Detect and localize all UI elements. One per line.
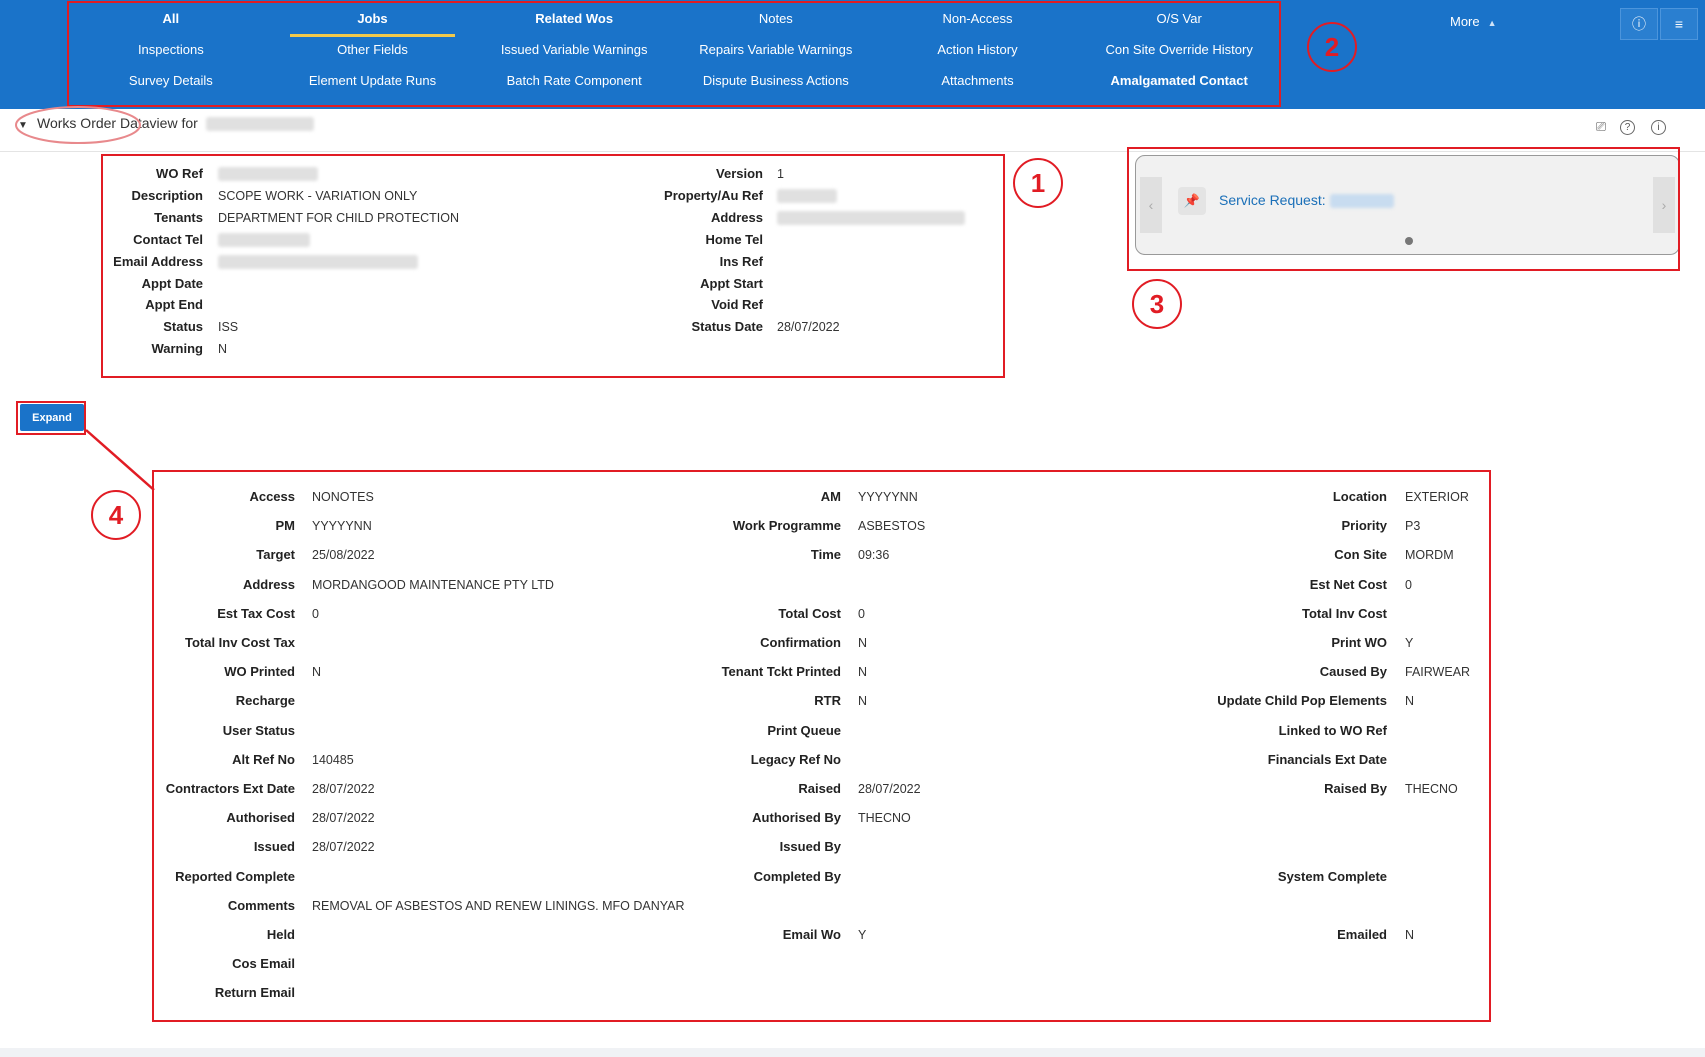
annotation-box-4 [152,470,1491,1022]
annotation-box-expand [16,401,86,435]
info-panel-icon: ⓘ [1632,16,1646,32]
annotation-ellipse [15,106,141,144]
more-menu[interactable]: More ▲ [1450,14,1497,29]
annotation-number-1: 1 [1013,158,1063,208]
annotation-number-2: 2 [1307,22,1357,72]
page-footer-strip [0,1048,1705,1057]
annotation-box-2 [67,1,1281,107]
info-icon[interactable]: i [1651,120,1666,135]
annotation-number-4: 4 [91,490,141,540]
hamburger-icon: ≡ [1674,16,1684,32]
help-icon[interactable]: ? [1620,120,1635,135]
camera-icon[interactable]: ⎚ [1592,118,1610,136]
info-panel-button[interactable]: ⓘ [1620,8,1658,40]
hamburger-menu-button[interactable]: ≡ [1660,8,1698,40]
annotation-box-1 [101,154,1005,378]
annotation-number-3: 3 [1132,279,1182,329]
caret-up-icon: ▲ [1487,18,1497,28]
annotation-box-3 [1127,147,1680,271]
annotation-connector-line [85,429,155,491]
more-label: More [1450,14,1480,29]
redacted-wo-number [205,117,314,132]
